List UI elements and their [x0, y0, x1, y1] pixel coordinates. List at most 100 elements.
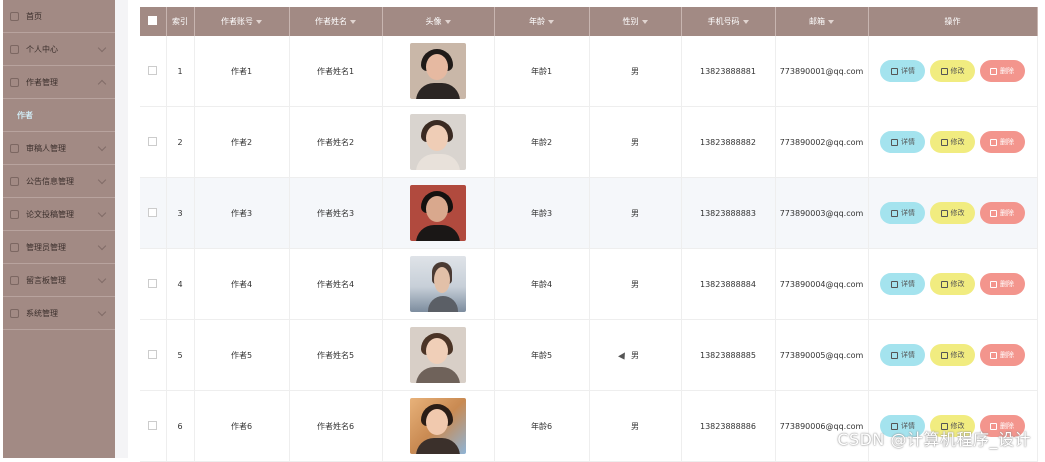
document-icon	[890, 209, 898, 217]
menu-icon	[10, 209, 19, 219]
cell-email: 773890001@qq.com	[775, 36, 869, 107]
table-row: 4 作者4 作者姓名4 年龄4 男 13823888884 773890004@…	[140, 248, 1038, 320]
delete-button[interactable]: 删除	[979, 273, 1025, 295]
header-phone[interactable]: 手机号码	[681, 7, 776, 36]
header-avatar[interactable]: 头像	[382, 7, 495, 36]
cell-index: 5	[166, 319, 195, 391]
sidebar-item-announcement-management[interactable]: 公告信息管理	[3, 165, 115, 198]
header-age[interactable]: 年龄	[494, 7, 590, 36]
sort-icon[interactable]	[641, 19, 648, 24]
edit-button[interactable]: 修改	[930, 273, 975, 295]
cell-name: 作者姓名6	[289, 390, 383, 462]
sort-icon[interactable]	[742, 19, 749, 24]
header-gender[interactable]: 性别	[589, 7, 682, 36]
trash-icon	[990, 280, 998, 288]
cell-email: 773890005@qq.com	[775, 319, 869, 391]
sidebar-item-message-board-management[interactable]: 留言板管理	[3, 264, 115, 297]
cell-account: 作者4	[194, 248, 290, 320]
header-email[interactable]: 邮箱	[775, 7, 869, 36]
header-account[interactable]: 作者账号	[194, 7, 290, 36]
sort-icon[interactable]	[444, 19, 451, 24]
cell-phone: 13823888885	[681, 319, 776, 391]
edit-button[interactable]: 修改	[930, 202, 975, 224]
edit-icon	[940, 138, 948, 146]
sidebar-item-reviewer-management[interactable]: 审稿人管理	[3, 132, 115, 165]
sidebar: 首页 个人中心 作者管理 作者 审稿人管理 公告信息管理 论文投稿管理 管理员管…	[3, 0, 115, 458]
row-checkbox[interactable]	[148, 349, 158, 359]
cell-age: 年龄3	[494, 177, 590, 249]
delete-button[interactable]: 删除	[979, 202, 1025, 224]
sort-icon[interactable]	[828, 19, 834, 24]
row-checkbox[interactable]	[148, 65, 158, 75]
cell-age: 年龄1	[494, 36, 590, 107]
sidebar-item-personal-center[interactable]: 个人中心	[3, 33, 115, 66]
sort-icon[interactable]	[548, 19, 554, 24]
cell-phone: 13823888883	[681, 177, 776, 249]
sidebar-item-system-management[interactable]: 系统管理	[3, 297, 115, 330]
cell-gender: 男	[589, 106, 682, 178]
delete-button[interactable]: 删除	[979, 344, 1025, 366]
detail-button[interactable]: 详情	[880, 273, 926, 295]
cell-gender: 男	[589, 248, 682, 320]
cell-gender: 男	[589, 319, 682, 391]
sidebar-subitem-author[interactable]: 作者	[3, 99, 115, 132]
cell-name: 作者姓名3	[289, 177, 383, 249]
header-select-all[interactable]	[140, 7, 167, 36]
edit-icon	[940, 280, 948, 288]
menu-icon	[10, 143, 19, 153]
sidebar-item-label: 审稿人管理	[26, 143, 66, 153]
cell-name: 作者姓名4	[289, 248, 383, 320]
user-icon	[10, 44, 19, 54]
document-icon	[890, 67, 898, 75]
cell-account: 作者5	[194, 319, 290, 391]
sidebar-item-label: 作者	[17, 110, 33, 120]
cell-account: 作者2	[194, 106, 290, 178]
cell-name: 作者姓名1	[289, 36, 383, 107]
cell-account: 作者6	[194, 390, 290, 462]
row-checkbox[interactable]	[148, 278, 158, 288]
detail-button[interactable]: 详情	[880, 344, 926, 366]
cell-phone: 13823888882	[681, 106, 776, 178]
detail-button[interactable]: 详情	[880, 131, 926, 153]
cell-index: 3	[166, 177, 195, 249]
home-icon	[10, 11, 19, 21]
header-name[interactable]: 作者姓名	[289, 7, 383, 36]
cell-age: 年龄6	[494, 390, 590, 462]
chevron-down-icon	[97, 307, 107, 317]
edit-button[interactable]: 修改	[930, 60, 975, 82]
cell-age: 年龄4	[494, 248, 590, 320]
sidebar-item-label: 留言板管理	[26, 275, 66, 285]
sidebar-item-author-management[interactable]: 作者管理	[3, 66, 115, 99]
sort-icon[interactable]	[256, 19, 262, 24]
sidebar-item-admin-management[interactable]: 管理员管理	[3, 231, 115, 264]
cell-account: 作者1	[194, 36, 290, 107]
chevron-down-icon	[97, 208, 107, 218]
watermark: CSDN @计算机程序_设计	[837, 430, 1031, 449]
edit-button[interactable]: 修改	[930, 131, 975, 153]
avatar	[410, 327, 466, 383]
chevron-up-icon	[97, 79, 107, 89]
avatar	[410, 43, 466, 99]
cell-email: 773890004@qq.com	[775, 248, 869, 320]
cell-name: 作者姓名2	[289, 106, 383, 178]
delete-button[interactable]: 删除	[979, 131, 1025, 153]
detail-button[interactable]: 详情	[880, 202, 926, 224]
delete-button[interactable]: 删除	[979, 60, 1025, 82]
sidebar-item-label: 作者管理	[26, 77, 58, 87]
chevron-down-icon	[97, 175, 107, 185]
edit-icon	[940, 351, 948, 359]
row-checkbox[interactable]	[148, 207, 158, 217]
table-row: 1 作者1 作者姓名1 年龄1 男 13823888881 773890001@…	[140, 36, 1038, 107]
document-icon	[890, 280, 898, 288]
sidebar-item-label: 首页	[26, 11, 42, 21]
chevron-down-icon	[97, 241, 107, 251]
row-checkbox[interactable]	[148, 420, 158, 430]
sidebar-item-paper-submission-management[interactable]: 论文投稿管理	[3, 198, 115, 231]
detail-button[interactable]: 详情	[880, 60, 926, 82]
row-checkbox[interactable]	[148, 136, 158, 146]
sidebar-item-home[interactable]: 首页	[3, 0, 115, 33]
sort-icon[interactable]	[350, 19, 356, 24]
edit-button[interactable]: 修改	[930, 344, 975, 366]
select-all-checkbox[interactable]	[148, 16, 158, 25]
trash-icon	[990, 138, 998, 146]
